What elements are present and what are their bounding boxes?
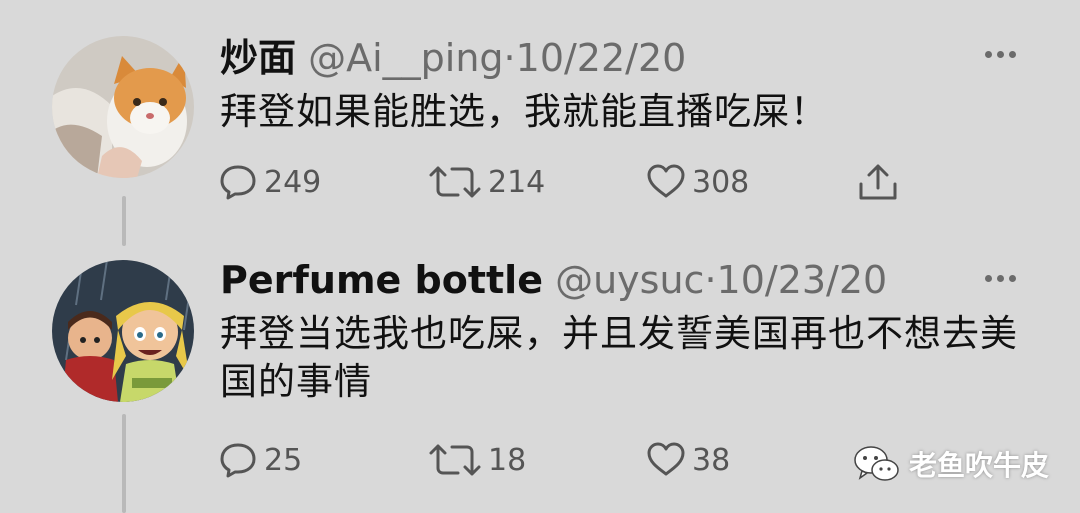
- cartoon-characters-icon: [52, 260, 194, 402]
- like-button[interactable]: 38: [646, 438, 730, 482]
- tweet-actions: 25 18 38: [218, 438, 938, 482]
- tweet[interactable]: Perfume bottle @uysuc·10/23/20 拜登当选我也吃屎，…: [0, 0, 1080, 513]
- retweet-count: 18: [488, 442, 527, 478]
- heart-icon: [647, 442, 685, 476]
- watermark: 老鱼吹牛皮: [853, 444, 1049, 484]
- more-dot: [1009, 274, 1016, 282]
- retweet-button[interactable]: 18: [428, 438, 526, 482]
- author-handle[interactable]: @uysuc: [555, 258, 704, 302]
- author-name[interactable]: Perfume bottle: [220, 258, 543, 302]
- wechat-icon: [854, 446, 899, 481]
- like-count: 38: [692, 442, 731, 478]
- tweet-header: Perfume bottle @uysuc·10/23/20: [220, 258, 887, 302]
- tweet-date[interactable]: 10/23/20: [717, 258, 888, 302]
- more-options-icon[interactable]: [985, 272, 1025, 284]
- cartoon-avatar[interactable]: [52, 260, 194, 402]
- more-dot: [985, 274, 992, 282]
- tweet-text: 拜登当选我也吃屎，并且发誓美国再也不想去美国的事情: [220, 312, 1018, 403]
- separator-dot: ·: [704, 258, 717, 302]
- reply-icon: [220, 443, 256, 478]
- reply-count: 25: [264, 442, 303, 478]
- reply-button[interactable]: 25: [218, 438, 302, 482]
- watermark-text: 老鱼吹牛皮: [909, 449, 1050, 482]
- more-dot: [997, 274, 1004, 282]
- retweet-icon: [429, 444, 481, 476]
